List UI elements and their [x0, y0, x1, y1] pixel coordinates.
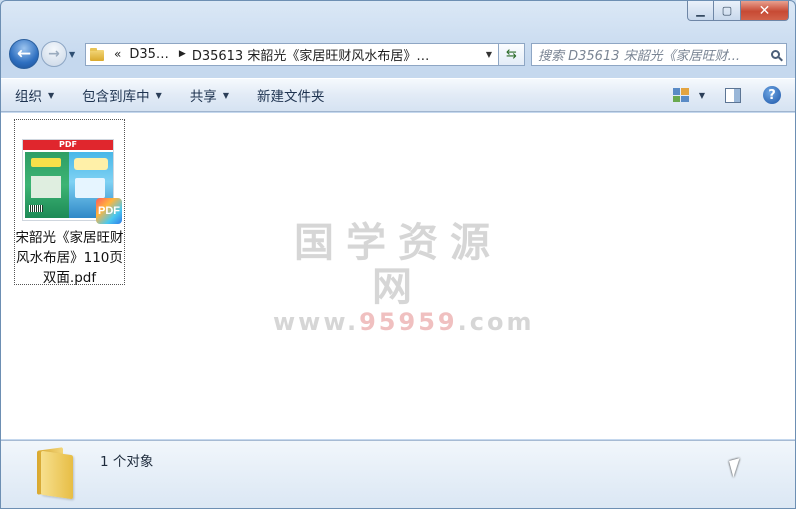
recent-pages-dropdown[interactable]: ▼ [69, 50, 79, 59]
command-bar: 组织 ▼ 包含到库中 ▼ 共享 ▼ 新建文件夹 ▼ ? [1, 78, 795, 112]
folder-icon [90, 47, 108, 61]
back-button[interactable]: ← [9, 39, 39, 69]
folder-icon [35, 445, 79, 500]
chevron-right-icon[interactable]: ▶ [179, 49, 186, 59]
file-name: 宋韶光《家居旺财风水布居》110页双面.pdf [15, 230, 124, 286]
chevron-down-icon: ▼ [48, 90, 55, 100]
back-arrow-icon: ← [16, 44, 32, 64]
book-cover-left [25, 152, 69, 218]
help-icon[interactable]: ? [763, 86, 781, 104]
organize-menu[interactable]: 组织 ▼ [1, 79, 68, 111]
watermark: 国学资源网 www.95959.com [273, 220, 535, 336]
chevron-down-icon: ▼ [155, 90, 162, 100]
search-icon[interactable] [764, 49, 786, 59]
breadcrumb-overflow[interactable]: « [114, 47, 121, 61]
search-placeholder: 搜索 D35613 宋韶光《家居旺财... [538, 48, 741, 64]
change-view-icon[interactable] [672, 88, 689, 102]
address-bar[interactable]: « D35… ▶ D35613 宋韶光《家居旺财风水布居》… ▼ [85, 42, 499, 66]
pdf-file-icon: PDF [96, 198, 122, 224]
details-pane: 1 个对象 [1, 440, 795, 508]
caption-buttons: ▁ ▢ ✕ [687, 1, 789, 21]
forward-arrow-icon: → [48, 46, 60, 62]
watermark-text: 国学资源网 [294, 220, 502, 310]
breadcrumb-item-current[interactable]: D35613 宋韶光《家居旺财风水布居》… [192, 45, 430, 64]
share-label: 共享 [189, 89, 217, 105]
close-button[interactable]: ✕ [741, 1, 789, 21]
share-menu[interactable]: 共享 ▼ [176, 79, 243, 111]
chevron-down-icon: ▼ [222, 90, 229, 100]
file-item[interactable]: PDF PDF 宋韶光《家居旺财风水布居》110页双面.pdf [14, 119, 125, 286]
explorer-window: ▁ ▢ ✕ ← → ▼ « D35… ▶ D35613 宋韶光《家居旺财风水布居… [0, 0, 796, 509]
maximize-button[interactable]: ▢ [714, 1, 741, 21]
refresh-button[interactable]: ⇆ [499, 42, 525, 66]
breadcrumb-item[interactable]: D35… [129, 47, 169, 62]
watermark-url: www.95959.com [273, 308, 535, 336]
refresh-icon: ⇆ [506, 46, 517, 62]
toolbar-right: ▼ ? [672, 86, 795, 104]
include-in-library-menu[interactable]: 包含到库中 ▼ [68, 79, 176, 111]
new-folder-button[interactable]: 新建文件夹 [243, 79, 339, 111]
search-input[interactable]: 搜索 D35613 宋韶光《家居旺财... [531, 42, 787, 66]
item-count: 1 个对象 [100, 454, 154, 470]
minimize-button[interactable]: ▁ [687, 1, 714, 21]
address-dropdown[interactable]: ▼ [480, 50, 498, 59]
thumbnail-banner: PDF [23, 140, 113, 150]
navigation-bar: ← → ▼ « D35… ▶ D35613 宋韶光《家居旺财风水布居》… ▼ ⇆… [9, 39, 787, 69]
organize-label: 组织 [15, 89, 42, 105]
include-in-library-label: 包含到库中 [82, 89, 150, 105]
view-options-dropdown[interactable]: ▼ [699, 91, 705, 100]
file-list[interactable]: PDF PDF 宋韶光《家居旺财风水布居》110页双面.pdf 国学资源网 ww… [1, 113, 795, 439]
preview-pane-icon[interactable] [725, 87, 741, 103]
forward-button[interactable]: → [41, 41, 67, 67]
new-folder-label: 新建文件夹 [256, 89, 325, 105]
